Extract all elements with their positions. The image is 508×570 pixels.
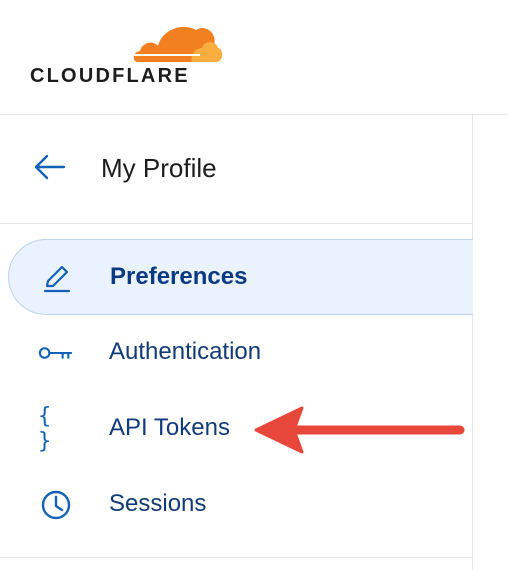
key-icon bbox=[38, 335, 74, 371]
back-button[interactable] bbox=[33, 153, 67, 181]
divider bbox=[0, 557, 472, 558]
nav-item-preferences[interactable]: Preferences bbox=[8, 239, 478, 315]
nav-item-sessions[interactable]: Sessions bbox=[8, 467, 478, 543]
braces-icon: { } bbox=[38, 404, 56, 454]
pencil-icon bbox=[39, 260, 75, 296]
brand-wordmark: CLOUDFLARE bbox=[30, 65, 190, 87]
profile-sidebar: My Profile Preferences Authentication { bbox=[0, 115, 478, 570]
cloudflare-logo[interactable]: CLOUDFLARE bbox=[30, 18, 230, 93]
arrow-left-icon bbox=[34, 154, 66, 180]
cloud-logo-icon bbox=[132, 26, 223, 62]
main-content-pane bbox=[473, 115, 508, 570]
profile-header: My Profile bbox=[0, 115, 472, 224]
nav-item-authentication[interactable]: Authentication bbox=[8, 315, 478, 391]
nav-item-label: Sessions bbox=[109, 490, 207, 517]
nav-item-label: Authentication bbox=[109, 338, 262, 365]
nav-item-label: API Tokens bbox=[109, 414, 230, 441]
nav-item-label: Preferences bbox=[110, 263, 248, 290]
annotation-arrow-icon bbox=[254, 406, 465, 454]
clock-icon bbox=[38, 487, 74, 523]
top-header: CLOUDFLARE bbox=[0, 0, 508, 115]
page-title: My Profile bbox=[101, 153, 217, 183]
